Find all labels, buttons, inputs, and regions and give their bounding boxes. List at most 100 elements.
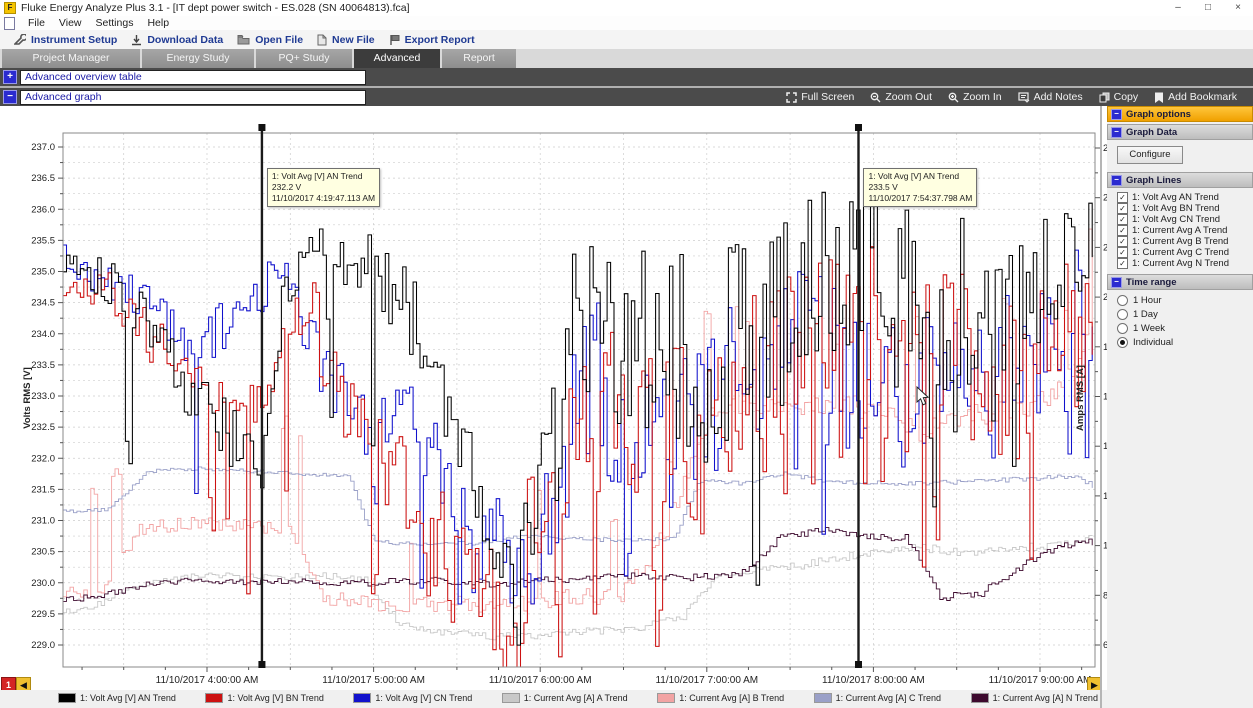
- app-window: F Fluke Energy Analyze Plus 3.1 - [IT de…: [0, 0, 1253, 708]
- legend-item: 1: Volt Avg [V] AN Trend: [58, 693, 176, 703]
- configure-button[interactable]: Configure: [1117, 146, 1183, 164]
- svg-text:235.0: 235.0: [31, 267, 55, 278]
- svg-text:234.5: 234.5: [31, 298, 55, 309]
- collapse-icon[interactable]: −: [1111, 109, 1122, 120]
- graph-line-checkbox-cn[interactable]: ✓1: Volt Avg CN Trend: [1117, 215, 1253, 224]
- legend-swatch: [353, 693, 371, 703]
- legend-item: 1: Current Avg [A] C Trend: [814, 693, 941, 703]
- overview-section-bar: + Advanced overview table: [0, 68, 1253, 86]
- instrument-setup-button[interactable]: Instrument Setup: [14, 34, 117, 46]
- svg-text:237.0: 237.0: [31, 142, 55, 153]
- cursor-tooltip-1: 1: Volt Avg [V] AN Trend 232.2 V 11/10/2…: [267, 168, 380, 207]
- menu-bar: File View Settings Help: [0, 16, 1253, 30]
- legend-swatch: [971, 693, 989, 703]
- svg-text:229.5: 229.5: [31, 609, 55, 620]
- menu-settings[interactable]: Settings: [89, 17, 141, 29]
- tab-advanced[interactable]: Advanced: [354, 49, 440, 68]
- legend-item: 1: Volt Avg [V] CN Trend: [353, 693, 472, 703]
- legend-swatch: [657, 693, 675, 703]
- radio-icon: [1117, 295, 1128, 306]
- graph-section-bar: − Advanced graph Full Screen Zoom Out Zo…: [0, 88, 1253, 106]
- fullscreen-icon: [786, 92, 797, 103]
- svg-text:11/10/2017 5:00:00 AM: 11/10/2017 5:00:00 AM: [322, 675, 425, 686]
- advanced-graph[interactable]: 229.0229.5230.0230.5231.0231.5232.0232.5…: [0, 106, 1253, 708]
- document-icon: [4, 17, 15, 30]
- window-title: Fluke Energy Analyze Plus 3.1 - [IT dept…: [21, 2, 410, 14]
- download-data-button[interactable]: Download Data: [131, 34, 223, 46]
- tab-energy-study[interactable]: Energy Study: [142, 49, 254, 68]
- zoom-in-button[interactable]: Zoom In: [948, 91, 1002, 103]
- legend-swatch: [205, 693, 223, 703]
- graph-line-checkbox-n[interactable]: ✓1: Current Avg N Trend: [1117, 259, 1253, 268]
- add-bookmark-button[interactable]: Add Bookmark: [1154, 91, 1237, 103]
- overview-section-title[interactable]: Advanced overview table: [20, 70, 366, 85]
- checkbox-checked-icon: ✓: [1117, 236, 1128, 247]
- graph-line-checkbox-a[interactable]: ✓1: Current Avg A Trend: [1117, 226, 1253, 235]
- collapse-icon[interactable]: −: [1111, 127, 1122, 138]
- svg-text:233.5: 233.5: [31, 360, 55, 371]
- time-range-1-week[interactable]: 1 Week: [1117, 323, 1253, 333]
- collapse-icon[interactable]: −: [3, 90, 17, 104]
- checkbox-checked-icon: ✓: [1117, 214, 1128, 225]
- copy-button[interactable]: Copy: [1099, 91, 1139, 103]
- graph-line-checkbox-c[interactable]: ✓1: Current Avg C Trend: [1117, 248, 1253, 257]
- menu-view[interactable]: View: [52, 17, 89, 29]
- graph-line-checkbox-b[interactable]: ✓1: Current Avg B Trend: [1117, 237, 1253, 246]
- panel-divider: [1100, 106, 1102, 708]
- svg-text:11/10/2017 9:00:00 AM: 11/10/2017 9:00:00 AM: [989, 675, 1092, 686]
- time-range-header[interactable]: − Time range: [1107, 274, 1253, 290]
- legend-strip: 1: Volt Avg [V] AN Trend 1: Volt Avg [V]…: [0, 690, 1253, 708]
- maximize-button[interactable]: □: [1193, 0, 1223, 16]
- graph-line-checkbox-bn[interactable]: ✓1: Volt Avg BN Trend: [1117, 204, 1253, 213]
- svg-text:233.0: 233.0: [31, 391, 55, 402]
- time-range-1-hour[interactable]: 1 Hour: [1117, 295, 1253, 305]
- graph-toolbar: Full Screen Zoom Out Zoom In Add Notes C…: [786, 91, 1253, 103]
- expand-icon[interactable]: +: [3, 70, 17, 84]
- graph-data-header[interactable]: − Graph Data: [1107, 124, 1253, 140]
- new-file-button[interactable]: New File: [317, 34, 375, 46]
- legend-swatch: [814, 693, 832, 703]
- open-file-button[interactable]: Open File: [237, 34, 303, 46]
- collapse-icon[interactable]: −: [1111, 175, 1122, 186]
- svg-text:231.0: 231.0: [31, 516, 55, 527]
- wrench-icon: [14, 34, 26, 46]
- tab-project-manager[interactable]: Project Manager: [2, 49, 140, 68]
- zoom-in-icon: [948, 92, 959, 103]
- svg-text:Volts RMS [V]: Volts RMS [V]: [22, 367, 33, 429]
- time-range-individual[interactable]: Individual: [1117, 337, 1253, 347]
- chart-legend: 1: Volt Avg [V] AN Trend 1: Volt Avg [V]…: [58, 693, 1098, 703]
- chart-area: 229.0229.5230.0230.5231.0231.5232.0232.5…: [0, 106, 1253, 708]
- svg-text:236.0: 236.0: [31, 204, 55, 215]
- close-button[interactable]: ×: [1223, 0, 1253, 16]
- graph-options-header[interactable]: − Graph options: [1107, 106, 1253, 122]
- svg-text:232.0: 232.0: [31, 453, 55, 464]
- menu-file[interactable]: File: [21, 17, 52, 29]
- graph-lines-header[interactable]: − Graph Lines: [1107, 172, 1253, 188]
- legend-item: 1: Volt Avg [V] BN Trend: [205, 693, 323, 703]
- zoom-out-icon: [870, 92, 881, 103]
- checkbox-checked-icon: ✓: [1117, 258, 1128, 269]
- radio-icon: [1117, 309, 1128, 320]
- export-report-button[interactable]: Export Report: [389, 34, 475, 46]
- checkbox-checked-icon: ✓: [1117, 247, 1128, 258]
- svg-text:230.5: 230.5: [31, 547, 55, 558]
- tab-strip: Project Manager Energy Study PQ+ Study A…: [0, 49, 1253, 68]
- zoom-out-button[interactable]: Zoom Out: [870, 91, 932, 103]
- full-screen-button[interactable]: Full Screen: [786, 91, 854, 103]
- svg-text:Amps RMS [A]: Amps RMS [A]: [1075, 365, 1086, 431]
- svg-text:11/10/2017 4:00:00 AM: 11/10/2017 4:00:00 AM: [156, 675, 259, 686]
- tab-report[interactable]: Report: [442, 49, 516, 68]
- add-notes-button[interactable]: Add Notes: [1018, 91, 1083, 103]
- graph-line-checkbox-an[interactable]: ✓1: Volt Avg AN Trend: [1117, 193, 1253, 202]
- time-range-1-day[interactable]: 1 Day: [1117, 309, 1253, 319]
- graph-section-title[interactable]: Advanced graph: [20, 90, 366, 105]
- checkbox-checked-icon: ✓: [1117, 192, 1128, 203]
- menu-help[interactable]: Help: [140, 17, 176, 29]
- legend-item: 1: Current Avg [A] B Trend: [657, 693, 784, 703]
- legend-swatch: [58, 693, 76, 703]
- collapse-icon[interactable]: −: [1111, 277, 1122, 288]
- svg-text:234.0: 234.0: [31, 329, 55, 340]
- app-icon: F: [4, 2, 16, 14]
- tab-pq-study[interactable]: PQ+ Study: [256, 49, 352, 68]
- minimize-button[interactable]: –: [1163, 0, 1193, 16]
